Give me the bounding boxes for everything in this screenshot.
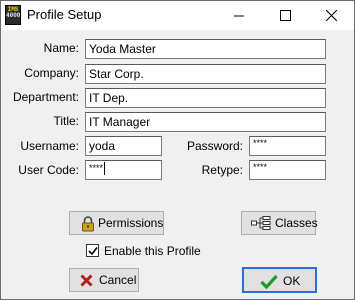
department-field[interactable]: IT Dep. [85,88,326,108]
name-label: Name: [43,41,79,55]
cancel-button[interactable]: Cancel [69,268,139,292]
title-field[interactable]: IT Manager [85,112,326,132]
company-label: Company: [24,66,79,80]
maximize-button[interactable] [262,1,308,30]
lock-icon [82,216,94,232]
enable-profile-label[interactable]: Enable this Profile [104,244,201,258]
minimize-button[interactable] [216,1,262,30]
name-field[interactable]: Yoda Master [85,39,326,59]
title-bar: IMS 4000 Profile Setup [1,1,354,30]
classes-button[interactable]: Classes [241,211,318,235]
maximize-icon [280,10,291,21]
ok-check-icon [260,274,278,289]
close-icon [326,10,337,21]
checkmark-icon [88,247,98,256]
close-button[interactable] [308,1,354,30]
permissions-button-label: Permissions [98,216,164,230]
username-label: Username: [20,139,79,153]
profile-setup-window: IMS 4000 Profile Setup Name: Yoda Master… [0,0,355,300]
ok-button-label: OK [283,274,301,288]
password-field[interactable]: **** [249,136,326,156]
hierarchy-icon [251,216,271,230]
username-field[interactable]: yoda [85,136,162,156]
app-logo-text-bottom: 4000 [6,12,21,19]
minimize-icon [234,15,244,17]
enable-profile-checkbox[interactable] [86,244,99,257]
title-label: Title: [53,114,79,128]
window-title: Profile Setup [27,7,102,22]
retype-label: Retype: [201,163,243,177]
app-logo-icon: IMS 4000 [5,5,21,25]
password-label: Password: [186,139,243,153]
usercode-value: **** [89,162,104,173]
cancel-button-label: Cancel [99,273,137,287]
retype-password-field[interactable]: **** [249,160,326,180]
usercode-label: User Code: [18,163,79,177]
permissions-button[interactable]: Permissions [69,211,164,235]
cancel-x-icon [80,274,93,287]
usercode-field[interactable]: **** [85,160,162,180]
department-label: Department: [12,90,79,104]
ok-button[interactable]: OK [242,267,317,293]
text-cursor [104,162,106,175]
company-field[interactable]: Star Corp. [85,64,326,84]
classes-button-label: Classes [275,216,318,230]
dialog-body: Name: Yoda Master Company: Star Corp. De… [1,30,354,299]
